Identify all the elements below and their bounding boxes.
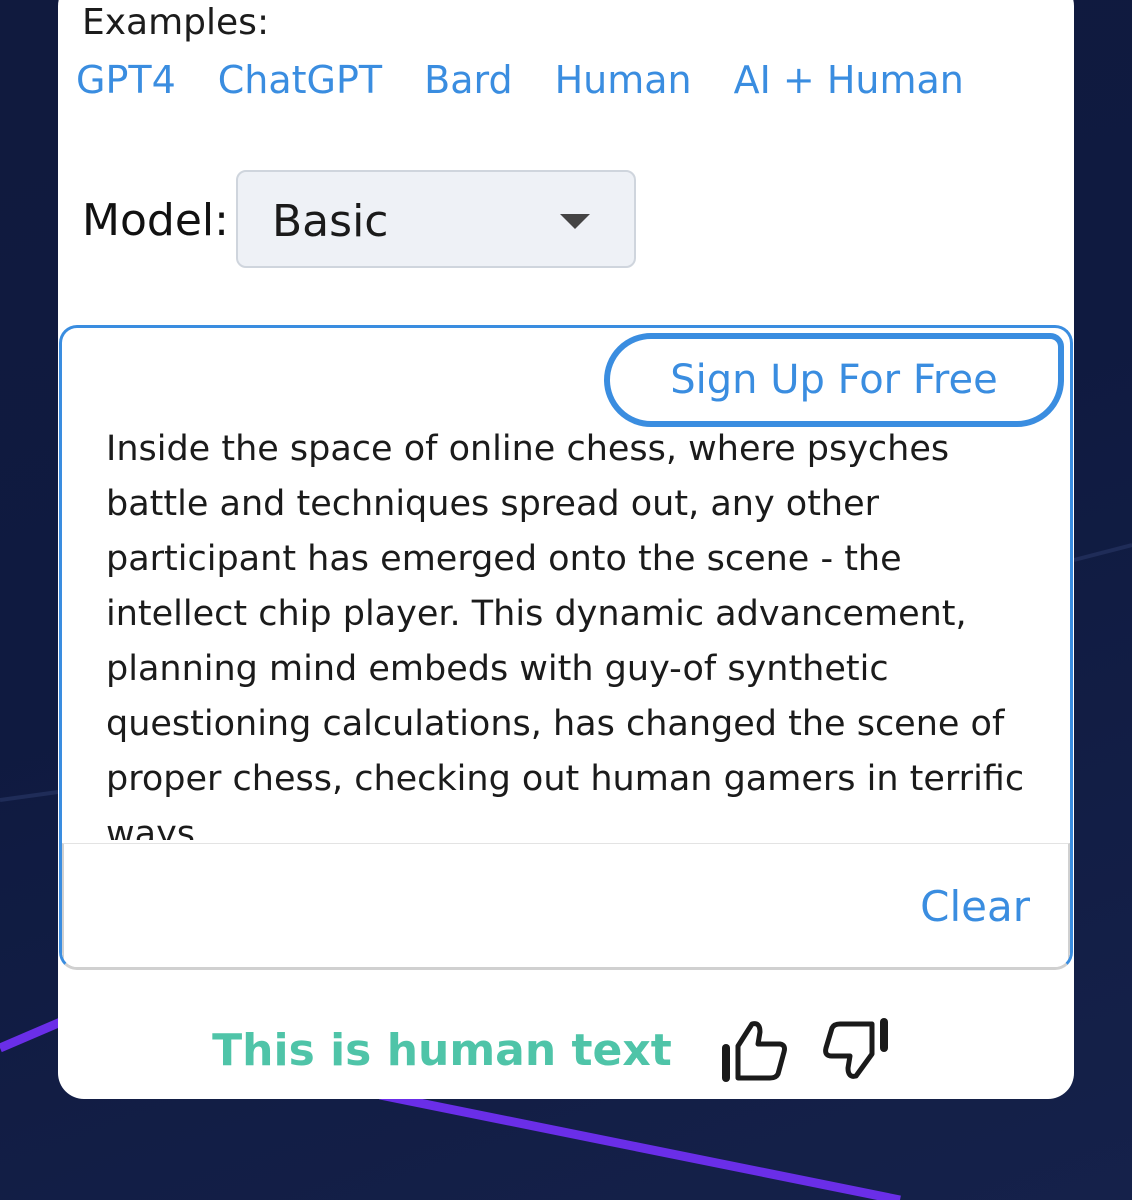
result-row: This is human text [58, 1010, 1074, 1090]
examples-label: Examples: [82, 2, 270, 43]
result-text: This is human text [212, 1024, 672, 1076]
example-link-human[interactable]: Human [555, 58, 692, 102]
input-text[interactable]: Inside the space of online chess, where … [106, 422, 1026, 840]
sign-up-button[interactable]: Sign Up For Free [604, 333, 1064, 427]
model-select[interactable]: Basic [236, 170, 636, 268]
clear-button[interactable]: Clear [920, 882, 1030, 931]
example-link-bard[interactable]: Bard [424, 58, 512, 102]
example-link-gpt4[interactable]: GPT4 [76, 58, 176, 102]
thumbs-down-icon[interactable] [820, 1018, 890, 1082]
example-link-chatgpt[interactable]: ChatGPT [218, 58, 382, 102]
example-link-ai-human[interactable]: AI + Human [734, 58, 964, 102]
chevron-down-icon [560, 214, 590, 229]
text-box-footer: Clear [62, 843, 1070, 967]
examples-links: GPT4 ChatGPT Bard Human AI + Human [76, 58, 1006, 102]
model-label: Model: [82, 195, 229, 246]
thumbs-up-icon[interactable] [720, 1018, 790, 1082]
model-selected-value: Basic [272, 196, 389, 247]
